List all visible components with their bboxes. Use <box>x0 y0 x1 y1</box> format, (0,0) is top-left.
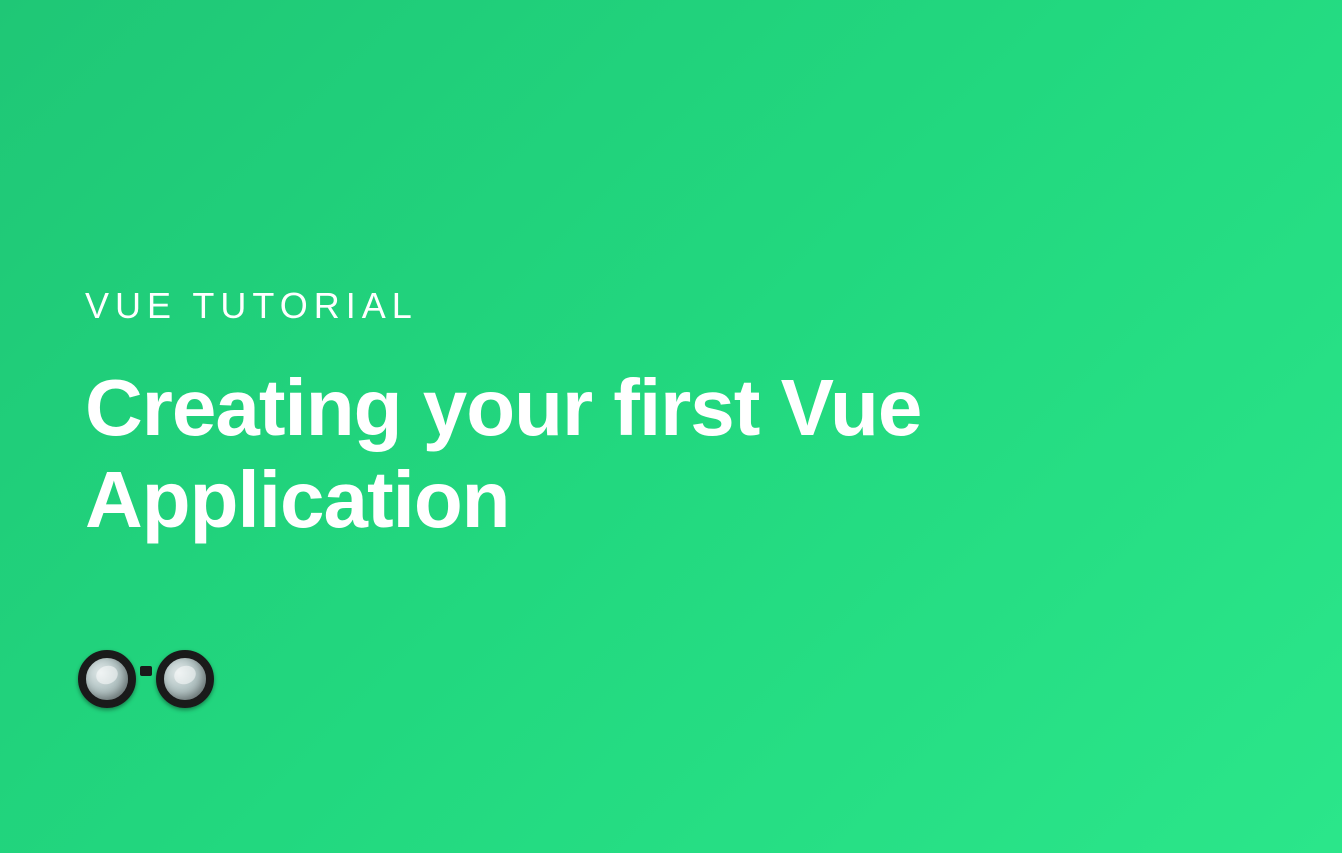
hero-icon-container <box>78 650 214 708</box>
page-title: Creating your first Vue Application <box>85 362 1185 546</box>
lens-right <box>156 650 214 708</box>
glasses-icon <box>78 650 214 708</box>
bridge <box>140 666 152 676</box>
category-label: VUE TUTORIAL <box>85 285 1185 327</box>
hero-content: VUE TUTORIAL Creating your first Vue App… <box>85 285 1185 546</box>
lens-left <box>78 650 136 708</box>
